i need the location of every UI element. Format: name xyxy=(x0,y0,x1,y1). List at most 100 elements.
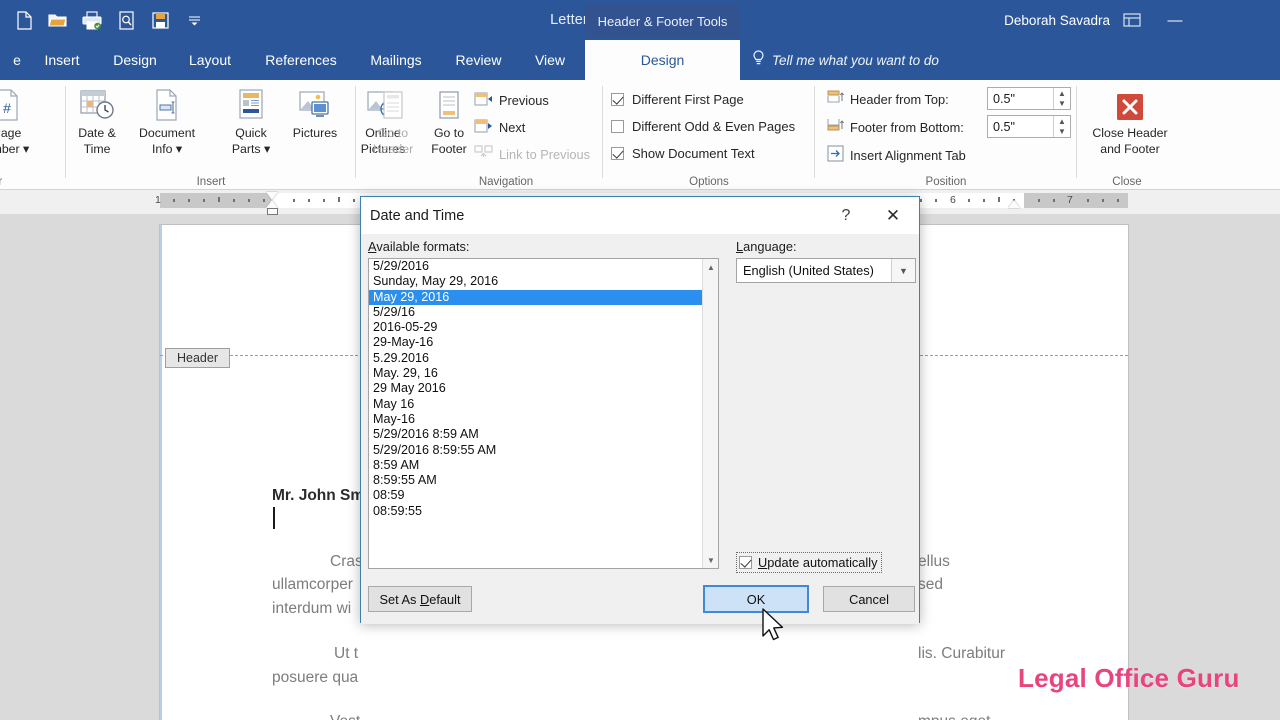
language-dropdown[interactable]: English (United States) ▼ xyxy=(736,258,916,283)
update-automatically-checkbox[interactable]: Update automatically xyxy=(736,552,882,573)
save-icon[interactable] xyxy=(144,4,176,36)
go-to-header-label-1: Go to xyxy=(377,126,409,140)
group-label-header-footer: ooter xyxy=(0,176,3,188)
body-text: ullamcorper xyxy=(272,576,353,593)
list-item[interactable]: 8:59 AM xyxy=(369,458,704,473)
ribbon-display-options-icon[interactable] xyxy=(1112,0,1152,40)
list-item[interactable]: 5/29/2016 8:59 AM xyxy=(369,427,704,442)
different-odd-even-pages-checkbox[interactable]: Different Odd & Even Pages xyxy=(611,114,795,138)
hanging-indent-marker[interactable] xyxy=(266,200,278,208)
tell-me-label: Tell me what you want to do xyxy=(772,52,939,68)
body-text: sed xyxy=(918,576,943,593)
list-item[interactable]: 29 May 2016 xyxy=(369,381,704,396)
contextual-tab-label: Header & Footer Tools xyxy=(585,4,740,38)
list-item[interactable]: 5/29/2016 xyxy=(369,259,704,274)
list-item[interactable]: 08:59 xyxy=(369,488,704,503)
minimize-button[interactable]: — xyxy=(1152,0,1198,40)
tell-me-search[interactable]: Tell me what you want to do xyxy=(752,40,939,80)
next-label: Next xyxy=(499,119,526,135)
dialog-close-icon[interactable]: ✕ xyxy=(871,197,915,234)
footer-from-bottom-row[interactable]: Footer from Bottom: xyxy=(827,115,964,139)
cancel-label: Cancel xyxy=(849,591,889,607)
date-and-time-dialog: Date and Time ? ✕ Available formats: 5/2… xyxy=(360,196,920,624)
customize-qat-chevron-down-icon[interactable] xyxy=(178,4,210,36)
show-document-text-checkbox[interactable]: Show Document Text xyxy=(611,141,755,165)
cancel-button[interactable]: Cancel xyxy=(823,586,915,612)
body-text: Cras xyxy=(330,553,363,570)
header-tag: Header xyxy=(165,348,230,368)
insert-alignment-tab-button[interactable]: Insert Alignment Tab xyxy=(827,143,966,167)
spinner-arrows[interactable]: ▲ ▼ xyxy=(1053,88,1070,109)
header-from-top-row[interactable]: Header from Top: xyxy=(827,87,949,111)
ribbon-group-close: Close Header and Footer Close xyxy=(1077,80,1177,190)
spinner-arrows[interactable]: ▲ ▼ xyxy=(1053,116,1070,137)
list-item[interactable]: May. 29, 16 xyxy=(369,366,704,381)
window-close-button[interactable] xyxy=(1234,0,1280,40)
tab-layout[interactable]: Layout xyxy=(180,40,240,80)
right-indent-marker[interactable] xyxy=(1008,200,1020,208)
pictures-button[interactable]: Pictures xyxy=(278,86,352,172)
footer-from-bottom-label: Footer from Bottom: xyxy=(850,119,964,135)
printer-icon[interactable] xyxy=(76,4,108,36)
update-automatically-label: Update automatically xyxy=(758,555,878,570)
ribbon: # Page umber ▾ ooter Date & Time Doc xyxy=(0,80,1280,190)
list-item[interactable]: 2016-05-29 xyxy=(369,320,704,335)
tab-view[interactable]: View xyxy=(524,40,576,80)
ok-label: OK xyxy=(746,591,766,607)
list-item[interactable]: May-16 xyxy=(369,412,704,427)
magnifier-page-icon[interactable] xyxy=(110,4,142,36)
ruler-number: 7 xyxy=(1067,194,1073,206)
tab-mailings[interactable]: Mailings xyxy=(360,40,432,80)
header-from-top-icon xyxy=(827,90,844,108)
list-item[interactable]: 5/29/16 xyxy=(369,305,704,320)
listbox-scrollbar[interactable]: ▲ ▼ xyxy=(702,259,718,568)
new-document-icon[interactable] xyxy=(8,4,40,36)
go-to-footer-label-1: Go to xyxy=(433,126,465,140)
page-number-button[interactable]: # Page umber ▾ xyxy=(0,86,44,172)
go-to-footer-icon xyxy=(435,86,463,122)
list-item[interactable]: 29-May-16 xyxy=(369,335,704,350)
account-user-name[interactable]: Deborah Savadra xyxy=(1004,0,1110,40)
close-header-footer-label-2: and Footer xyxy=(1100,141,1160,156)
close-header-and-footer-button[interactable]: Close Header and Footer xyxy=(1085,86,1175,172)
dialog-title: Date and Time xyxy=(370,207,465,224)
header-from-top-spinner[interactable]: 0.5" ▲ ▼ xyxy=(987,87,1071,110)
quick-parts-button[interactable]: Quick Parts ▾ xyxy=(214,86,288,172)
tab-home[interactable]: e xyxy=(0,40,34,80)
first-line-indent-marker[interactable] xyxy=(266,192,278,200)
set-as-default-button[interactable]: Set As Default xyxy=(368,586,472,612)
scroll-down-icon[interactable]: ▼ xyxy=(703,552,718,568)
word-application-window: Letter to John Smith - Word Header & Foo… xyxy=(0,0,1280,720)
different-first-page-checkbox[interactable]: Different First Page xyxy=(611,87,744,111)
list-item[interactable]: Sunday, May 29, 2016 xyxy=(369,274,704,289)
link-to-previous-button[interactable]: Link to Previous xyxy=(474,142,590,166)
tab-review[interactable]: Review xyxy=(446,40,511,80)
list-item[interactable]: 8:59:55 AM xyxy=(369,473,704,488)
tab-insert[interactable]: Insert xyxy=(34,40,90,80)
group-label-position: Position xyxy=(925,176,967,188)
body-text: ellus xyxy=(918,553,950,570)
document-info-button[interactable]: Document Info ▾ xyxy=(121,86,213,172)
left-indent-marker[interactable] xyxy=(267,208,278,215)
help-icon[interactable]: ? xyxy=(827,197,865,234)
open-folder-icon[interactable] xyxy=(42,4,74,36)
list-item[interactable]: 08:59:55 xyxy=(369,504,704,519)
list-item[interactable]: May 16 xyxy=(369,397,704,412)
page-number-label-1: Page xyxy=(0,126,22,140)
body-text: mpus eget, xyxy=(918,710,995,720)
list-item[interactable]: 5.29.2016 xyxy=(369,351,704,366)
pictures-icon xyxy=(298,86,332,122)
tab-references[interactable]: References xyxy=(253,40,349,80)
available-formats-listbox[interactable]: 5/29/2016 Sunday, May 29, 2016 May 29, 2… xyxy=(368,258,719,569)
next-button[interactable]: Next xyxy=(474,115,525,139)
previous-button[interactable]: Previous xyxy=(474,88,549,112)
list-item-selected[interactable]: May 29, 2016 xyxy=(369,289,704,305)
footer-from-bottom-spinner[interactable]: 0.5" ▲ ▼ xyxy=(987,115,1071,138)
ok-button[interactable]: OK xyxy=(703,585,809,613)
go-to-header-icon xyxy=(379,86,407,122)
scroll-up-icon[interactable]: ▲ xyxy=(703,259,718,275)
list-item[interactable]: 5/29/2016 8:59:55 AM xyxy=(369,443,704,458)
tab-design[interactable]: Design xyxy=(104,40,166,80)
chevron-down-icon[interactable]: ▼ xyxy=(891,259,915,282)
tab-header-footer-design[interactable]: Design xyxy=(585,40,740,80)
